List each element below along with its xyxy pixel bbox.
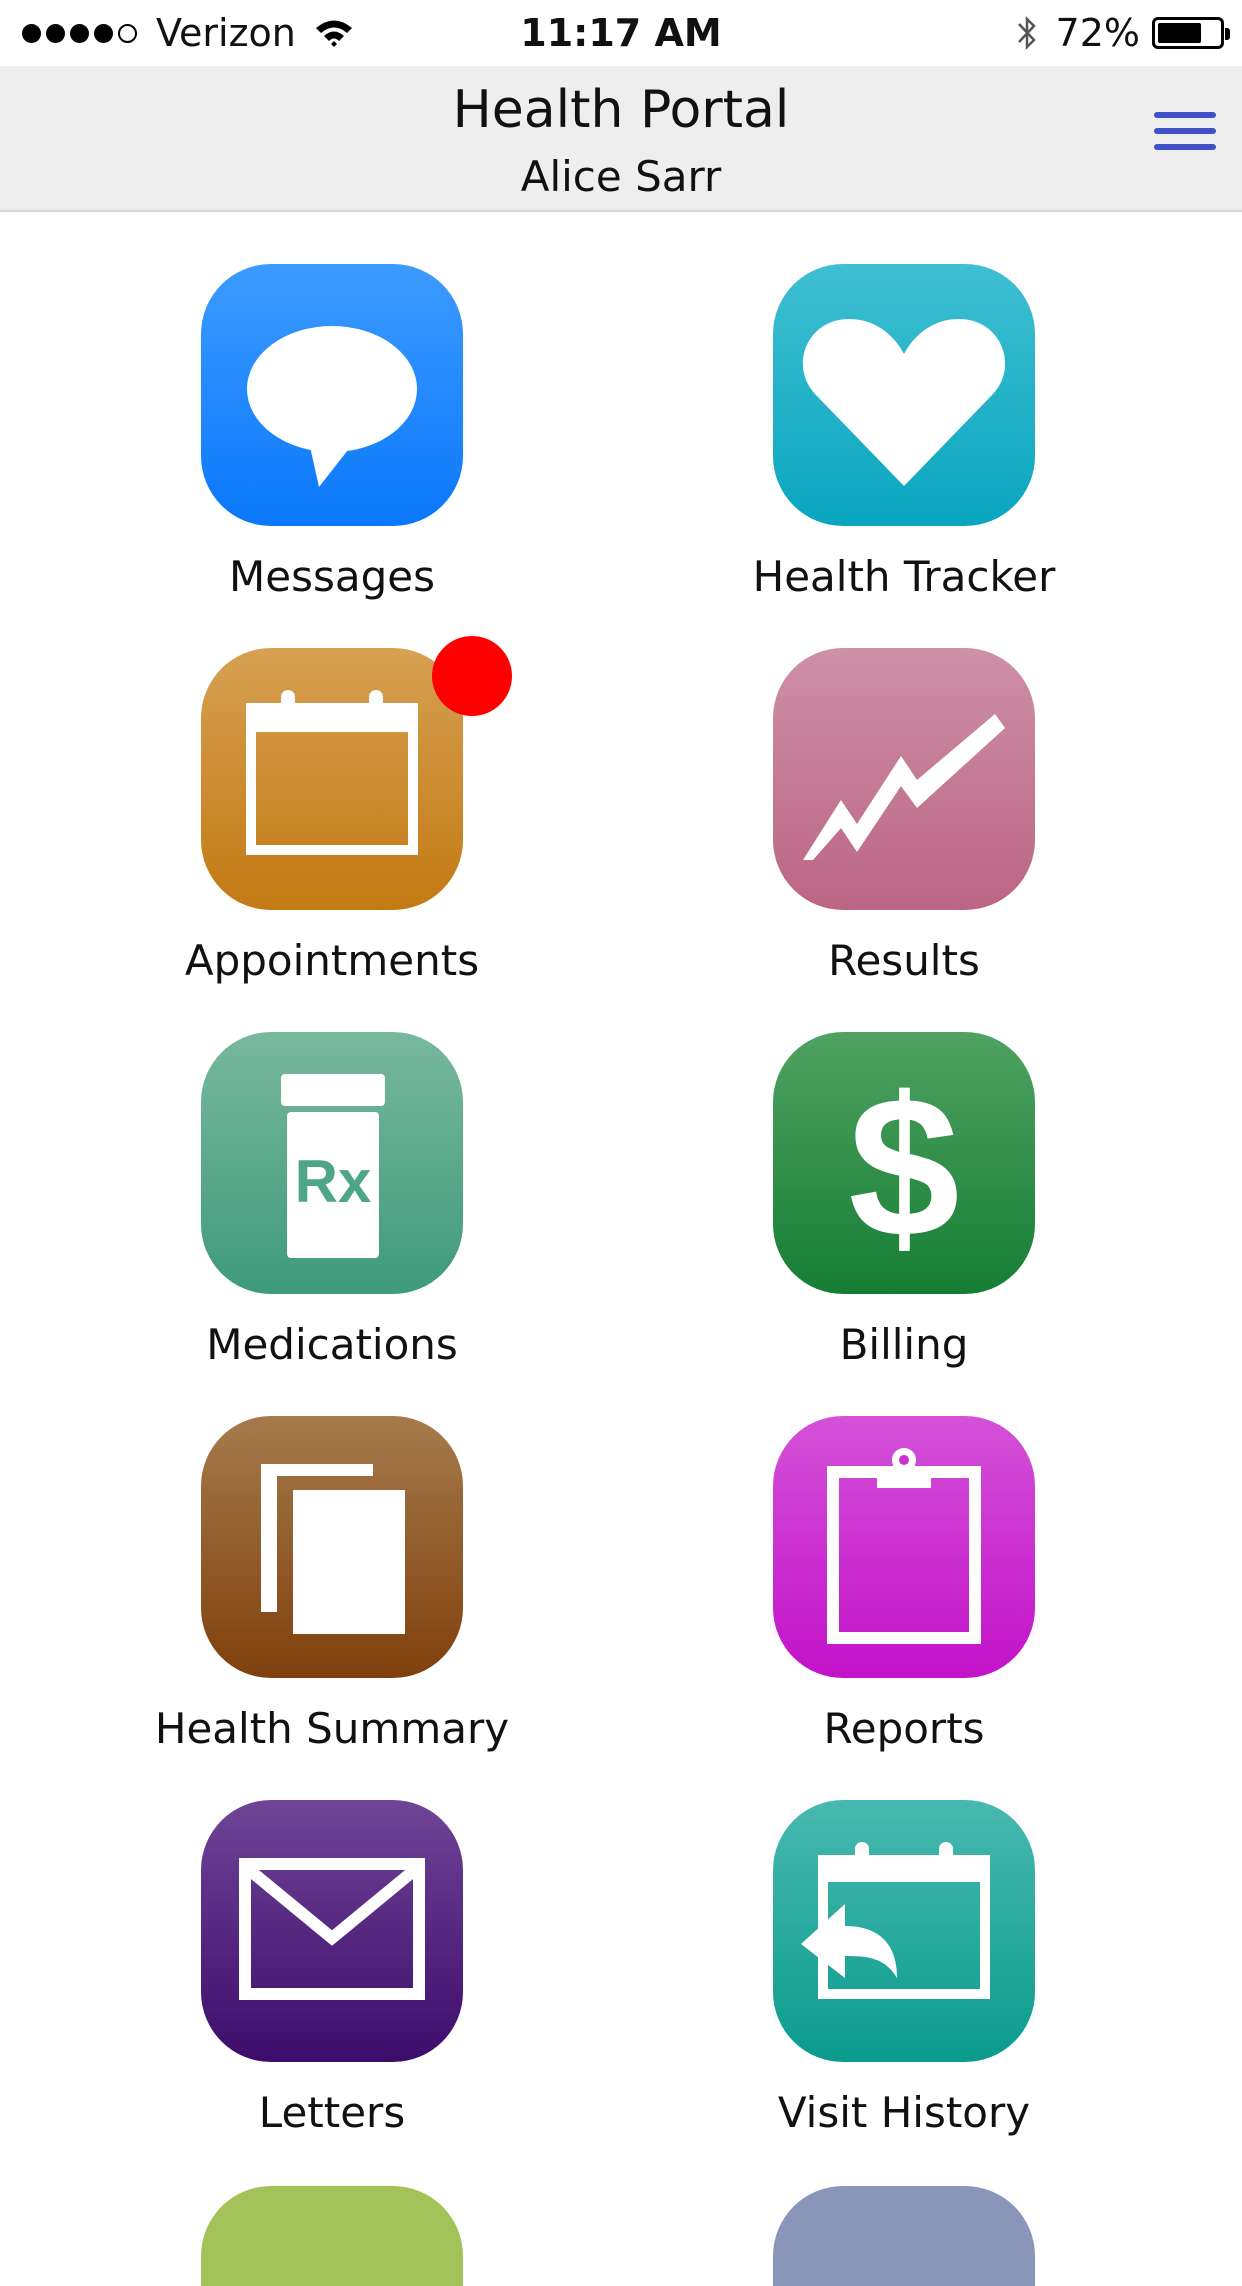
svg-text:$: $	[848, 1056, 959, 1279]
battery-percent: 72%	[1055, 11, 1140, 55]
tile-label: Billing	[839, 1320, 969, 1369]
dollar-icon: $	[773, 1032, 1035, 1294]
bluetooth-icon	[1017, 15, 1036, 51]
page-title: Health Portal	[452, 80, 790, 140]
battery-icon	[1152, 17, 1230, 49]
tile-next-left[interactable]	[201, 2186, 463, 2286]
user-name: Alice Sarr	[520, 152, 722, 201]
envelope-icon	[201, 1800, 463, 2062]
tile-billing[interactable]: $ Billing	[602, 1032, 1174, 1416]
tile-health-summary[interactable]: Health Summary	[30, 1416, 602, 1800]
tile-results[interactable]: Results	[602, 648, 1174, 1032]
tile-visit-history[interactable]: Visit History	[602, 1800, 1174, 2184]
rx-bottle-icon: Rx	[201, 1032, 463, 1294]
app-header: Health Portal Alice Sarr	[0, 66, 1242, 212]
tile-label: Reports	[823, 1704, 985, 1753]
clipboard-icon	[773, 1416, 1035, 1678]
hamburger-menu-icon[interactable]	[1154, 112, 1216, 166]
notification-badge	[432, 636, 512, 716]
tile-label: Results	[828, 936, 980, 985]
tile-health-tracker[interactable]: Health Tracker	[602, 264, 1174, 648]
tile-medications[interactable]: Rx Medications	[30, 1032, 602, 1416]
tile-letters[interactable]: Letters	[30, 1800, 602, 2184]
speech-bubble-icon	[201, 264, 463, 526]
status-bar: Verizon 11:17 AM 72%	[0, 0, 1242, 66]
trend-line-icon	[773, 648, 1035, 910]
tile-next-right[interactable]	[773, 2186, 1035, 2286]
tile-label: Messages	[229, 552, 435, 601]
tile-appointments[interactable]: Appointments	[30, 636, 602, 1032]
tile-label: Medications	[206, 1320, 458, 1369]
tile-messages[interactable]: Messages	[30, 264, 602, 648]
status-bar-right: 72%	[1016, 0, 1230, 66]
documents-icon	[201, 1416, 463, 1678]
calendar-return-icon	[773, 1800, 1035, 2062]
tile-label: Appointments	[184, 936, 480, 985]
tile-label: Health Summary	[154, 1704, 510, 1753]
heart-icon	[773, 264, 1035, 526]
svg-text:Rx: Rx	[295, 1148, 372, 1215]
tile-label: Letters	[258, 2088, 406, 2137]
calendar-icon	[201, 648, 463, 910]
tile-label: Visit History	[777, 2088, 1031, 2137]
tile-label: Health Tracker	[752, 552, 1056, 601]
tile-reports[interactable]: Reports	[602, 1416, 1174, 1800]
